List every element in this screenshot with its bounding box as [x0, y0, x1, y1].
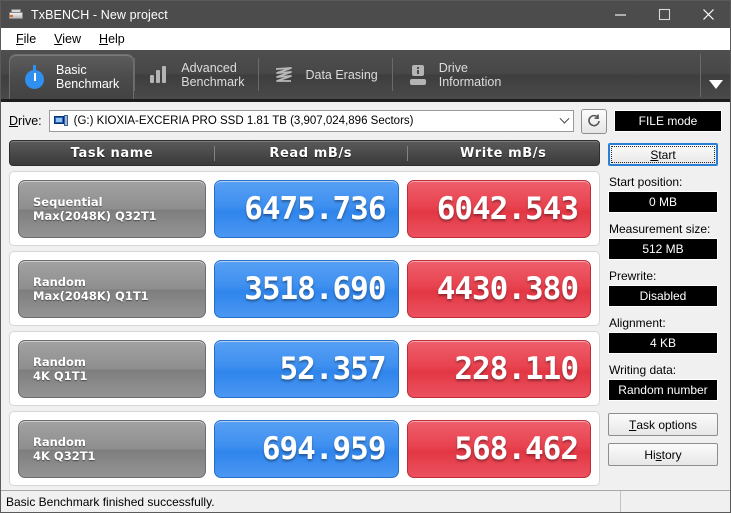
- tab-strip: Basic Benchmark Advanced Benchmark Data …: [1, 50, 730, 102]
- menu-view-rest: iew: [62, 31, 82, 46]
- tab-drive-information-label: Drive Information: [438, 60, 502, 89]
- status-bar-panel: [620, 491, 730, 512]
- menu-help-rest: elp: [108, 31, 125, 46]
- task-name-line1: Random: [33, 274, 86, 289]
- txbench-window: TxBENCH - New project File View Help Bas…: [0, 0, 731, 513]
- chevron-down-icon: [708, 80, 723, 89]
- measurement-size-label: Measurement size:: [609, 222, 711, 236]
- writing-data-value[interactable]: Random number: [608, 379, 718, 401]
- task-button-sequential-q32t1[interactable]: Sequential Max(2048K) Q32T1: [18, 179, 206, 238]
- tab-data-erasing-label: Data Erasing: [305, 67, 378, 82]
- drive-selected-value: (G:) KIOXIA-EXCERIA PRO SSD 1.81 TB (3,9…: [73, 115, 414, 127]
- drive-label: Drive:: [9, 114, 42, 128]
- alignment-label: Alignment:: [609, 316, 666, 330]
- task-button-random-4k-q32t1[interactable]: Random 4K Q32T1: [18, 419, 206, 478]
- refresh-button[interactable]: [581, 108, 607, 134]
- tab-advanced-benchmark-label: Advanced Benchmark: [181, 60, 245, 89]
- task-name-line1: Random: [33, 354, 86, 369]
- prewrite-value[interactable]: Disabled: [608, 285, 718, 307]
- measurement-size-value[interactable]: 512 MB: [608, 238, 718, 260]
- tab-drive-information[interactable]: Drive Information: [393, 50, 516, 99]
- maximize-button[interactable]: [642, 1, 686, 28]
- app-drive-icon: [8, 7, 24, 23]
- drive-selection-row: Drive: (G:) KIOXIA-EXCERIA PRO SSD 1.81 …: [1, 102, 730, 140]
- table-row: Random Max(2048K) Q1T1 3518.690 4430.380: [9, 251, 600, 326]
- task-name-line2: 4K Q1T1: [33, 368, 88, 383]
- waves-icon: [271, 62, 297, 88]
- write-value: 568.462: [406, 419, 591, 478]
- menu-item-help[interactable]: Help: [90, 30, 134, 48]
- main-content: Task name Read mB/s Write mB/s Sequentia…: [1, 140, 730, 490]
- status-message: Basic Benchmark finished successfully.: [6, 494, 215, 509]
- window-title: TxBENCH - New project: [31, 7, 168, 22]
- menu-file-rest: ile: [23, 31, 37, 46]
- task-button-random-4k-q1t1[interactable]: Random 4K Q1T1: [18, 339, 206, 398]
- tab-basic-benchmark-label: Basic Benchmark: [56, 63, 120, 91]
- results-header: Task name Read mB/s Write mB/s: [9, 140, 600, 166]
- bar-chart-icon: [147, 62, 173, 88]
- read-value: 6475.736: [214, 179, 399, 238]
- minimize-button[interactable]: [598, 1, 642, 28]
- menu-item-file[interactable]: File: [7, 30, 45, 48]
- tab-advanced-benchmark[interactable]: Advanced Benchmark: [135, 50, 258, 99]
- control-panel: Start Start position: 0 MB Measurement s…: [608, 140, 722, 486]
- start-position-value[interactable]: 0 MB: [608, 191, 718, 213]
- history-button[interactable]: Hi s tory: [608, 443, 718, 466]
- table-row: Random 4K Q1T1 52.357 228.110: [9, 331, 600, 406]
- table-row: Random 4K Q32T1 694.959 568.462: [9, 411, 600, 486]
- column-header-read: Read mB/s: [214, 145, 407, 161]
- task-name-line1: Sequential: [33, 194, 103, 209]
- close-button[interactable]: [686, 1, 730, 28]
- menu-item-view[interactable]: View: [45, 30, 90, 48]
- table-row: Sequential Max(2048K) Q32T1 6475.736 604…: [9, 171, 600, 246]
- menu-bar: File View Help: [1, 28, 730, 50]
- task-button-random-max-q1t1[interactable]: Random Max(2048K) Q1T1: [18, 259, 206, 318]
- drive-select[interactable]: (G:) KIOXIA-EXCERIA PRO SSD 1.81 TB (3,9…: [48, 110, 574, 132]
- writing-data-label: Writing data:: [609, 363, 677, 377]
- column-header-task-name: Task name: [70, 145, 154, 161]
- task-options-button[interactable]: Task options: [608, 413, 718, 436]
- column-header-write: Write mB/s: [406, 145, 600, 161]
- task-name-line2: 4K Q32T1: [33, 448, 96, 463]
- tab-data-erasing[interactable]: Data Erasing: [259, 50, 391, 99]
- task-name-line1: Random: [33, 434, 86, 449]
- task-name-line2: Max(2048K) Q1T1: [33, 288, 149, 303]
- start-button[interactable]: Start: [608, 143, 718, 166]
- read-value: 694.959: [214, 419, 399, 478]
- tab-overflow-button[interactable]: [700, 54, 730, 97]
- results-table: Task name Read mB/s Write mB/s Sequentia…: [9, 140, 600, 486]
- window-controls: [598, 1, 730, 28]
- network-drive-icon: [53, 114, 70, 128]
- start-position-label: Start position:: [609, 175, 683, 189]
- status-bar: Basic Benchmark finished successfully.: [1, 490, 730, 512]
- drive-dropdown-arrow[interactable]: [555, 113, 573, 125]
- refresh-icon: [588, 114, 600, 127]
- write-value: 228.110: [406, 339, 591, 398]
- title-bar: TxBENCH - New project: [1, 1, 730, 28]
- stopwatch-icon: [22, 64, 48, 90]
- drive-info-icon: [405, 62, 431, 88]
- write-value: 6042.543: [406, 179, 591, 238]
- read-value: 3518.690: [214, 259, 399, 318]
- write-value: 4430.380: [406, 259, 591, 318]
- prewrite-label: Prewrite:: [609, 269, 657, 283]
- read-value: 52.357: [214, 339, 399, 398]
- alignment-value[interactable]: 4 KB: [608, 332, 718, 354]
- task-name-line2: Max(2048K) Q32T1: [33, 208, 157, 223]
- file-mode-button[interactable]: FILE mode: [614, 110, 722, 132]
- tab-basic-benchmark[interactable]: Basic Benchmark: [9, 54, 135, 99]
